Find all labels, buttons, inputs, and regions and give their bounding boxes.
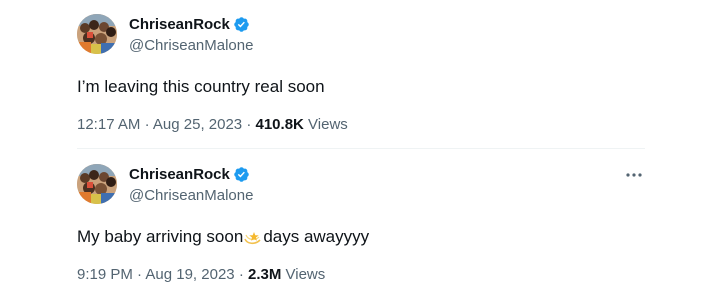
author-handle[interactable]: @ChriseanMalone xyxy=(129,187,253,204)
tweet-date[interactable]: Aug 19, 2023 xyxy=(145,266,234,283)
display-name[interactable]: ChriseanRock xyxy=(129,16,230,33)
display-name-row: ChriseanRock xyxy=(129,165,253,184)
tweet[interactable]: ChriseanRock @ChriseanMalone I’m leaving… xyxy=(77,12,647,133)
avatar[interactable] xyxy=(77,164,117,204)
views-label: Views xyxy=(308,116,348,133)
tweet-text: I’m leaving this country real soon xyxy=(77,76,647,98)
avatar[interactable] xyxy=(77,14,117,54)
views-count[interactable]: 2.3M xyxy=(248,266,286,283)
meta-separator: · xyxy=(246,116,256,133)
tweet[interactable]: ChriseanRock @ChriseanMalone My baby arr… xyxy=(77,162,647,283)
tweet-timeline: ChriseanRock @ChriseanMalone I’m leaving… xyxy=(0,0,720,300)
verified-badge-icon[interactable] xyxy=(233,16,250,33)
tweet-time[interactable]: 12:17 AM xyxy=(77,116,140,133)
tweet-meta: 12:17 AM · Aug 25, 2023 · 410.8K Views xyxy=(77,116,647,133)
display-name-row: ChriseanRock xyxy=(129,15,253,34)
tweet-header: ChriseanRock @ChriseanMalone xyxy=(77,12,647,56)
views-label: Views xyxy=(285,266,326,283)
verified-badge-icon[interactable] xyxy=(233,166,250,183)
tweet-meta: 9:19 PM · Aug 19, 2023 · 2.3M Views xyxy=(77,266,647,283)
tweet-text-content-continued: days awayyyy xyxy=(263,227,370,246)
meta-separator: · xyxy=(238,266,248,283)
tweet-text-content: I’m leaving this country real soon xyxy=(77,77,325,96)
display-name[interactable]: ChriseanRock xyxy=(129,166,230,183)
dizzy-star-emoji-icon xyxy=(243,226,263,246)
author-names: ChriseanRock @ChriseanMalone xyxy=(129,15,253,54)
tweet-date[interactable]: Aug 25, 2023 xyxy=(153,116,242,133)
tweet-header: ChriseanRock @ChriseanMalone xyxy=(77,162,647,206)
tweet-text: My baby arriving soon days awayyyy xyxy=(77,226,647,248)
tweet-time[interactable]: 9:19 PM xyxy=(77,266,133,283)
more-options-icon[interactable] xyxy=(621,164,647,186)
author-names: ChriseanRock @ChriseanMalone xyxy=(129,165,253,204)
author-handle[interactable]: @ChriseanMalone xyxy=(129,37,253,54)
tweet-divider xyxy=(77,148,645,149)
tweet-text-content: My baby arriving soon xyxy=(77,227,244,246)
meta-separator: · xyxy=(144,116,153,133)
views-count[interactable]: 410.8K xyxy=(256,116,309,133)
